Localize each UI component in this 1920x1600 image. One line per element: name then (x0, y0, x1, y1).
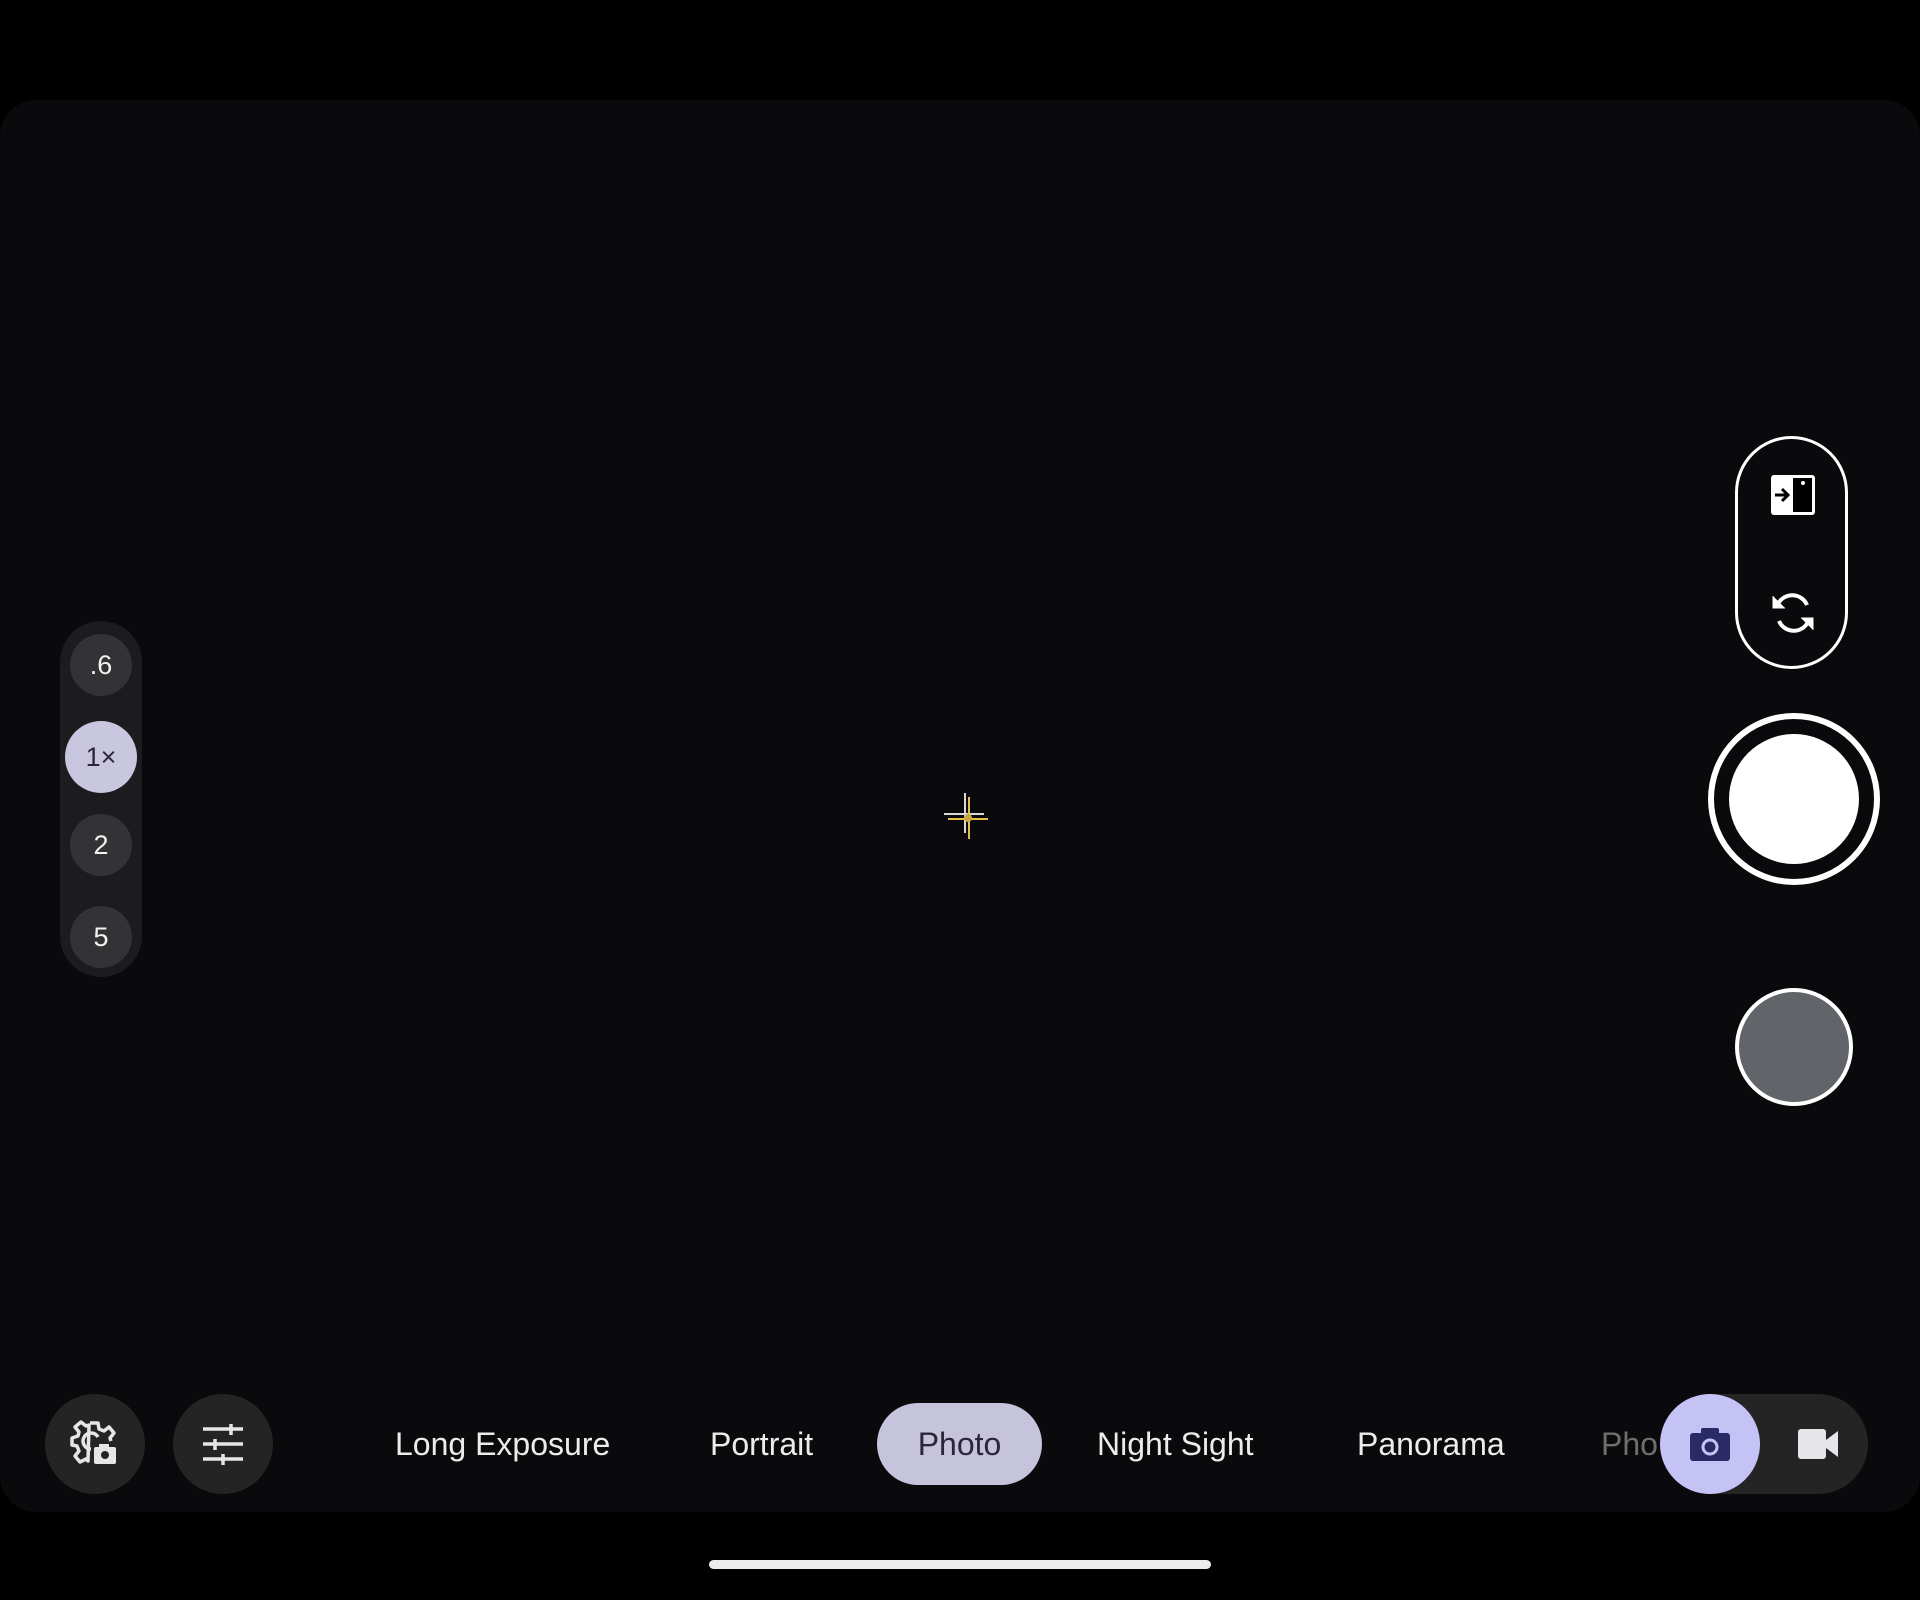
switch-camera-icon (1772, 593, 1814, 633)
home-indicator[interactable] (709, 1560, 1211, 1569)
camera-icon (1690, 1428, 1730, 1461)
zoom-2x-button[interactable]: 2 (70, 814, 132, 876)
mode-night-sight[interactable]: Night Sight (1097, 1424, 1254, 1464)
zoom-5x-button[interactable]: 5 (70, 906, 132, 968)
move-to-screen-icon (1771, 475, 1815, 515)
mode-photo-sphere[interactable]: Pho (1601, 1424, 1658, 1464)
zoom-0.6x-button[interactable]: .6 (70, 634, 132, 696)
switch-camera-button[interactable] (1765, 585, 1821, 641)
mode-panorama[interactable]: Panorama (1357, 1424, 1505, 1464)
zoom-selector: .6 1× 2 5 (60, 621, 142, 977)
tune-icon (203, 1424, 243, 1465)
shutter-inner (1729, 734, 1859, 864)
move-to-screen-button[interactable] (1765, 467, 1821, 523)
mode-portrait[interactable]: Portrait (710, 1424, 813, 1464)
camera-settings-button[interactable] (45, 1394, 145, 1494)
gallery-thumbnail-button[interactable] (1735, 988, 1853, 1106)
videocam-icon (1798, 1429, 1838, 1459)
photo-mode-button[interactable] (1660, 1394, 1760, 1494)
focus-crosshair-icon (940, 790, 990, 840)
mode-photo[interactable]: Photo (877, 1403, 1042, 1485)
shutter-button[interactable] (1708, 713, 1880, 885)
zoom-1x-button[interactable]: 1× (65, 721, 137, 793)
mode-long-exposure[interactable]: Long Exposure (395, 1424, 610, 1464)
tune-button[interactable] (173, 1394, 273, 1494)
video-mode-button[interactable] (1768, 1394, 1868, 1494)
camera-settings-icon (70, 1420, 116, 1464)
